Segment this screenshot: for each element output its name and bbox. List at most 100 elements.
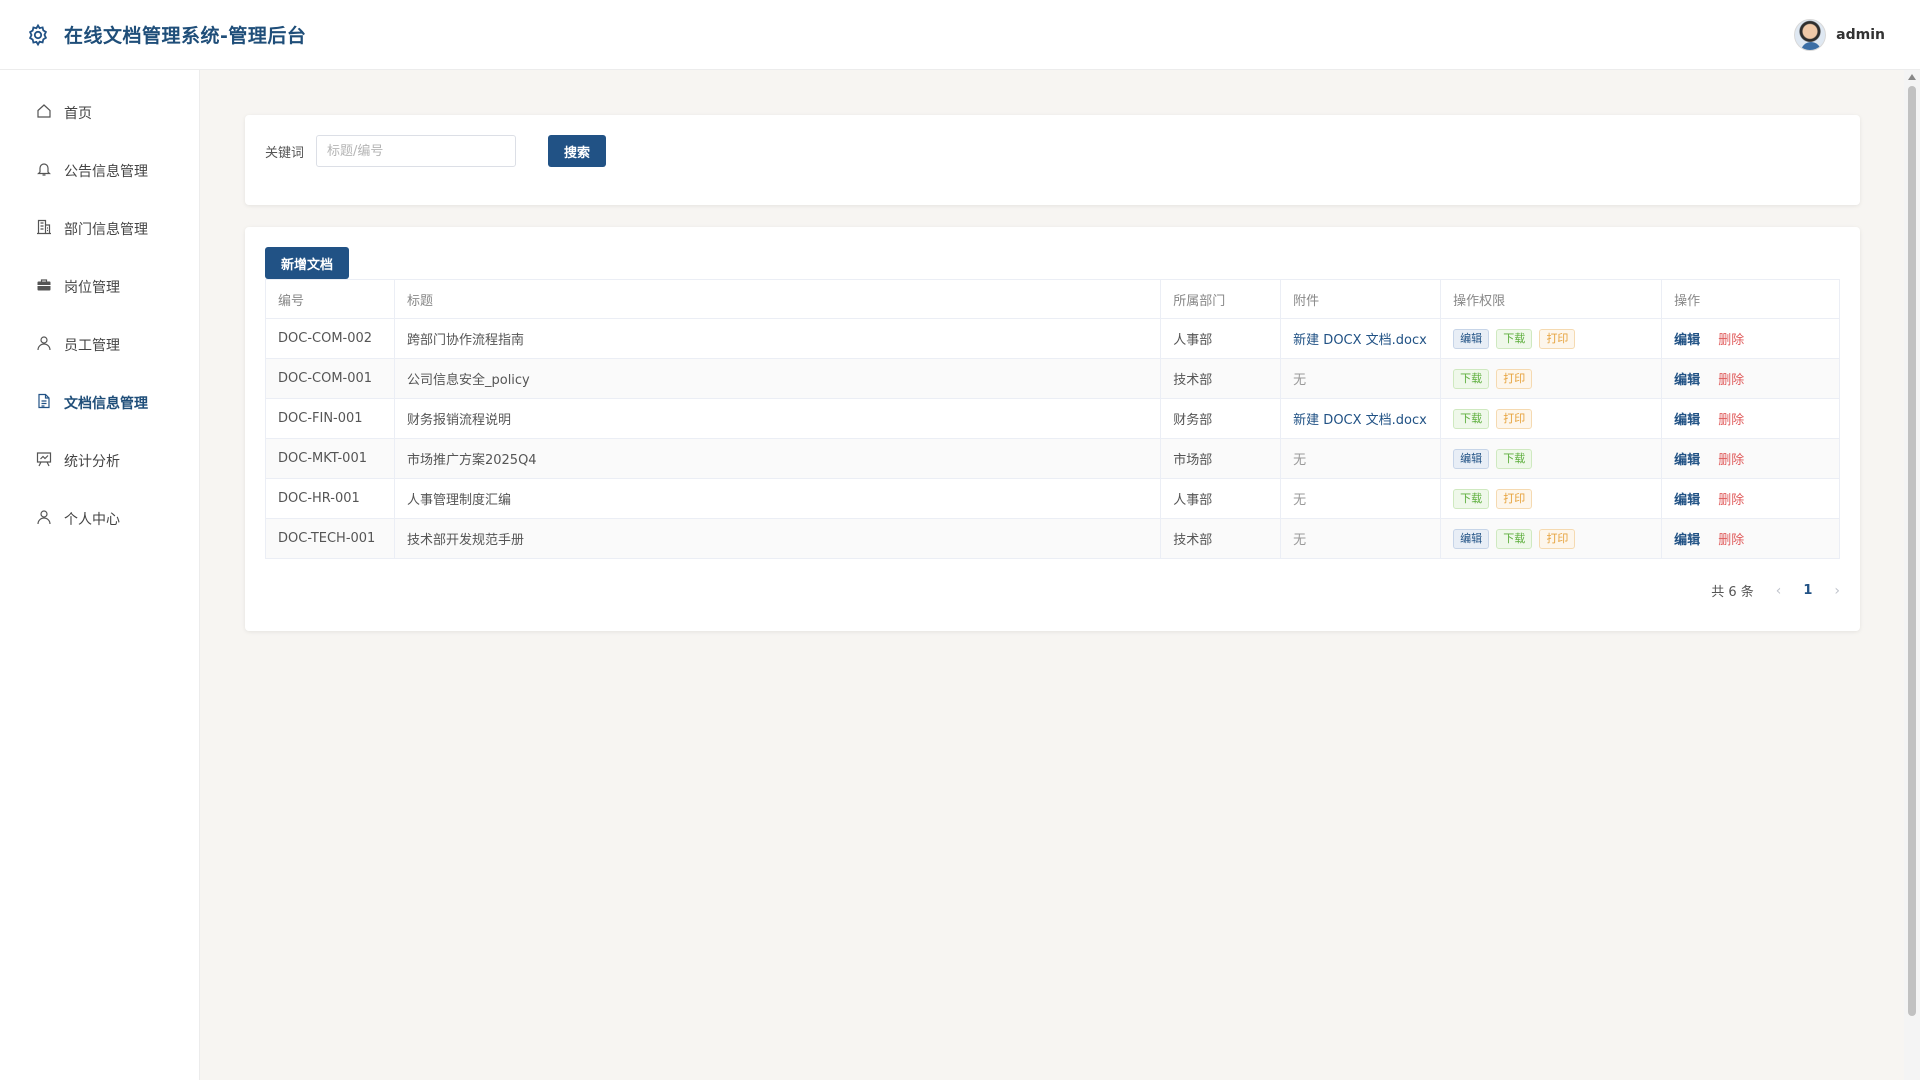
sidebar-item-label: 公告信息管理: [64, 164, 148, 180]
permission-tag-print: 打印: [1539, 528, 1576, 549]
search-button[interactable]: 搜索: [548, 135, 607, 167]
pagination-total: 共 6 条: [1711, 585, 1754, 600]
sidebar-item-label: 岗位管理: [64, 280, 120, 296]
table-row: DOC-MKT-001 市场推广方案2025Q4 市场部 无 编辑 下载 编辑 …: [265, 438, 1840, 479]
scroll-up-arrow-icon[interactable]: [1908, 74, 1916, 80]
edit-button[interactable]: 编辑: [1674, 493, 1700, 508]
avatar[interactable]: [1794, 18, 1827, 51]
permission-tag-download: 下载: [1496, 328, 1533, 349]
document-table: 编号 标题 所属部门 附件 操作权限 操作 DOC-COM-002 跨部门协作流…: [265, 279, 1840, 559]
permission-tag-print: 打印: [1496, 368, 1533, 389]
sidebar-item-label: 员工管理: [64, 338, 120, 354]
permission-tag-edit: 编辑: [1453, 528, 1490, 549]
chevron-right-icon[interactable]: ›: [1834, 583, 1840, 599]
chart-board-icon: [36, 451, 52, 471]
header-department: 所属部门: [1160, 279, 1282, 319]
gear-icon: [25, 22, 51, 48]
search-panel: 关键词 搜索: [245, 115, 1860, 205]
cell-title: 技术部开发规范手册: [393, 518, 1162, 559]
table-row: DOC-HR-001 人事管理制度汇编 人事部 无 下载 打印 编辑 删除: [265, 478, 1840, 519]
cell-department: 财务部: [1160, 398, 1282, 439]
chevron-left-icon[interactable]: ‹: [1776, 583, 1782, 599]
delete-button[interactable]: 删除: [1718, 533, 1744, 548]
permission-tag-download: 下载: [1453, 368, 1490, 389]
attachment-none: 无: [1293, 373, 1307, 388]
attachment-link[interactable]: 新建 DOCX 文档.docx: [1293, 333, 1427, 348]
table-row: DOC-COM-002 跨部门协作流程指南 人事部 新建 DOCX 文档.doc…: [265, 318, 1840, 359]
cell-title: 市场推广方案2025Q4: [393, 438, 1162, 479]
sidebar-item-home[interactable]: 首页: [0, 84, 199, 142]
edit-button[interactable]: 编辑: [1674, 373, 1700, 388]
permission-tag-edit: 编辑: [1453, 448, 1490, 469]
cell-department: 人事部: [1160, 318, 1282, 359]
building-icon: [36, 219, 52, 239]
delete-button[interactable]: 删除: [1718, 493, 1744, 508]
header-title: 标题: [393, 279, 1162, 319]
cell-title: 人事管理制度汇编: [393, 478, 1162, 519]
permission-tag-print: 打印: [1539, 328, 1576, 349]
sidebar-item-label: 个人中心: [64, 512, 120, 528]
attachment-link[interactable]: 新建 DOCX 文档.docx: [1293, 413, 1427, 428]
edit-button[interactable]: 编辑: [1674, 333, 1700, 348]
delete-button[interactable]: 删除: [1718, 413, 1744, 428]
main-content: 关键词 搜索 新增文档 编号 标题 所属部门 附件 操作权限 操作 DOC-CO…: [200, 70, 1900, 1080]
briefcase-icon: [36, 277, 52, 297]
permission-tag-download: 下载: [1496, 448, 1533, 469]
search-input[interactable]: [316, 135, 517, 167]
edit-button[interactable]: 编辑: [1674, 413, 1700, 428]
header-code: 编号: [265, 279, 395, 319]
cell-department: 人事部: [1160, 478, 1282, 519]
sidebar-item-profile[interactable]: 个人中心: [0, 490, 199, 548]
permission-tag-download: 下载: [1496, 528, 1533, 549]
cell-title: 跨部门协作流程指南: [393, 318, 1162, 359]
delete-button[interactable]: 删除: [1718, 453, 1744, 468]
cell-title: 公司信息安全_policy: [393, 358, 1162, 399]
sidebar-item-statistics[interactable]: 统计分析: [0, 432, 199, 490]
cell-code: DOC-COM-002: [265, 318, 395, 359]
user-name[interactable]: admin: [1836, 27, 1885, 43]
sidebar-item-announcements[interactable]: 公告信息管理: [0, 142, 199, 200]
sidebar: 首页 公告信息管理 部门信息管理 岗位管理 员工管理 文档信息管理 统计分析 个…: [0, 70, 200, 1080]
table-row: DOC-FIN-001 财务报销流程说明 财务部 新建 DOCX 文档.docx…: [265, 398, 1840, 439]
scrollbar-thumb[interactable]: [1908, 86, 1916, 1016]
edit-button[interactable]: 编辑: [1674, 533, 1700, 548]
sidebar-item-positions[interactable]: 岗位管理: [0, 258, 199, 316]
delete-button[interactable]: 删除: [1718, 333, 1744, 348]
cell-code: DOC-COM-001: [265, 358, 395, 399]
page-scrollbar[interactable]: [1904, 70, 1920, 1080]
permission-tag-print: 打印: [1496, 408, 1533, 429]
permission-tag-print: 打印: [1496, 488, 1533, 509]
user-menu[interactable]: admin: [1794, 18, 1885, 51]
attachment-none: 无: [1293, 493, 1307, 508]
user-icon: [36, 509, 52, 529]
cell-department: 技术部: [1160, 358, 1282, 399]
document-icon: [36, 393, 52, 413]
app-title: 在线文档管理系统-管理后台: [64, 25, 307, 47]
search-label: 关键词: [265, 145, 305, 161]
document-table-panel: 新增文档 编号 标题 所属部门 附件 操作权限 操作 DOC-COM-002 跨…: [245, 227, 1860, 631]
pagination-page[interactable]: 1: [1803, 583, 1812, 598]
sidebar-item-employees[interactable]: 员工管理: [0, 316, 199, 374]
brand: 在线文档管理系统-管理后台: [25, 21, 306, 48]
table-header-row: 编号 标题 所属部门 附件 操作权限 操作: [265, 279, 1840, 319]
pagination: 共 6 条 ‹ 1 ›: [1711, 581, 1840, 601]
top-header: 在线文档管理系统-管理后台 admin: [0, 0, 1920, 70]
header-attachment: 附件: [1280, 279, 1442, 319]
cell-title: 财务报销流程说明: [393, 398, 1162, 439]
permission-tag-download: 下载: [1453, 488, 1490, 509]
cell-department: 市场部: [1160, 438, 1282, 479]
sidebar-item-departments[interactable]: 部门信息管理: [0, 200, 199, 258]
home-icon: [36, 103, 52, 123]
sidebar-item-label: 文档信息管理: [64, 396, 148, 412]
bell-icon: [36, 161, 52, 181]
delete-button[interactable]: 删除: [1718, 373, 1744, 388]
sidebar-item-label: 统计分析: [64, 454, 120, 470]
header-actions: 操作: [1661, 279, 1840, 319]
sidebar-item-documents[interactable]: 文档信息管理: [0, 374, 199, 432]
edit-button[interactable]: 编辑: [1674, 453, 1700, 468]
table-row: DOC-TECH-001 技术部开发规范手册 技术部 无 编辑 下载 打印 编辑…: [265, 518, 1840, 559]
sidebar-item-label: 首页: [64, 106, 92, 122]
add-document-button[interactable]: 新增文档: [265, 247, 350, 279]
user-icon: [36, 335, 52, 355]
header-permissions: 操作权限: [1440, 279, 1663, 319]
